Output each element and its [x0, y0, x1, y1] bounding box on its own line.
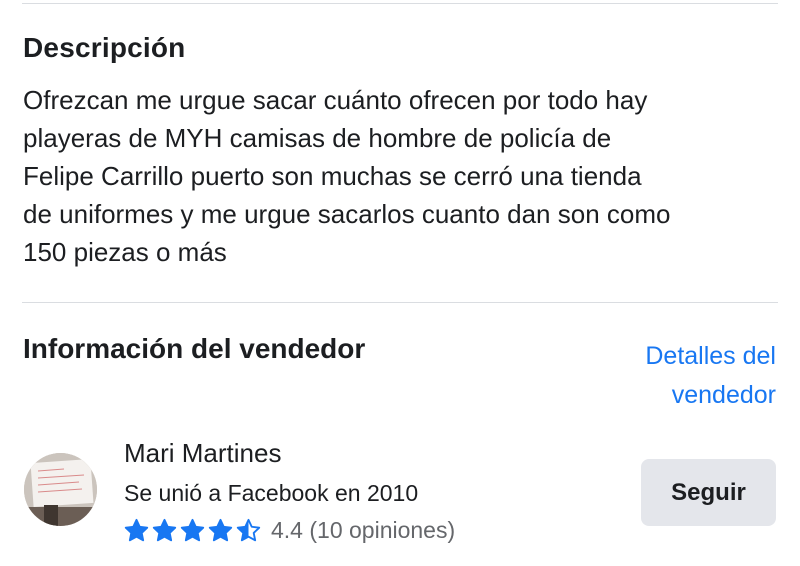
top-divider [22, 3, 778, 4]
seller-info-title: Información del vendedor [23, 333, 366, 364]
section-divider [22, 302, 778, 303]
star-full-icon [180, 518, 205, 541]
rating-label: 4.4 (10 opiniones) [271, 516, 456, 543]
star-full-icon [208, 518, 233, 541]
seller-name[interactable]: Mari Martines [124, 438, 281, 469]
star-full-icon [124, 518, 149, 541]
seller-details-link[interactable]: Detalles del vendedor [586, 337, 776, 415]
seller-joined-date: Se unió a Facebook en 2010 [124, 480, 419, 506]
description-text: Ofrezcan me urgue sacar cuánto ofrecen p… [23, 85, 671, 267]
star-half-icon [236, 518, 261, 541]
star-full-icon [152, 518, 177, 541]
description-title: Descripción [23, 32, 186, 63]
seller-rating[interactable]: 4.4 (10 opiniones) [124, 514, 455, 546]
follow-button[interactable]: Seguir [641, 459, 776, 526]
rating-stars [124, 518, 261, 543]
avatar[interactable] [24, 453, 97, 526]
